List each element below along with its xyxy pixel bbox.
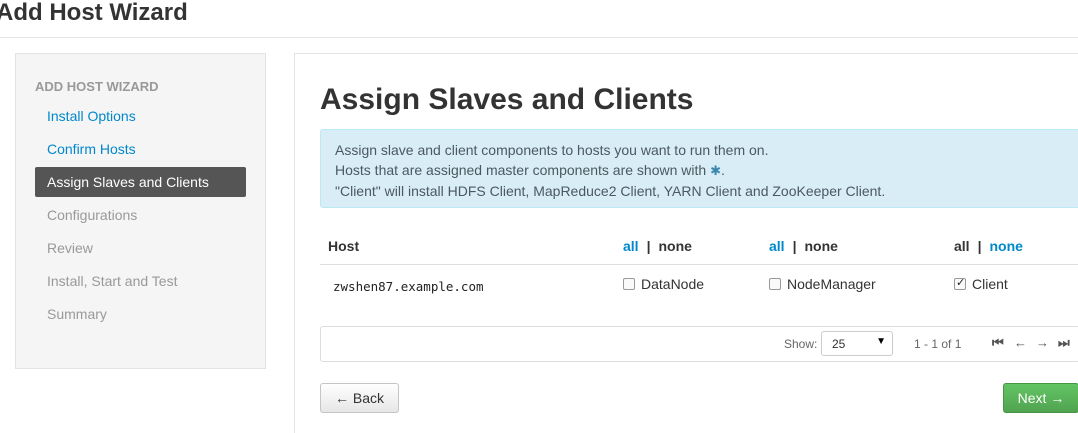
- pagination-bar: Show: 25 ▼ 1 - 1 of 1 ⏮ ← → ⏭: [320, 326, 1078, 362]
- nodemanager-checkbox-group[interactable]: NodeManager: [769, 276, 876, 292]
- last-page-icon[interactable]: ⏭: [1058, 335, 1070, 351]
- table-header: Host all | none all | none all | none: [320, 229, 1078, 265]
- first-page-icon[interactable]: ⏮: [992, 335, 1004, 351]
- step-title: Assign Slaves and Clients: [320, 83, 694, 116]
- nodemanager-column-header: all | none: [769, 238, 838, 254]
- client-checkbox-group[interactable]: Client: [954, 276, 1008, 292]
- sidebar-item-confirm-hosts[interactable]: Confirm Hosts: [35, 134, 246, 164]
- datanode-label: DataNode: [641, 276, 705, 292]
- show-label: Show:: [784, 337, 818, 351]
- client-label: Client: [972, 276, 1008, 292]
- sidebar-item-review: Review: [47, 240, 93, 256]
- sidebar-item-install-options[interactable]: Install Options: [35, 101, 246, 131]
- title-divider: [0, 37, 1078, 38]
- info-alert: Assign slave and client components to ho…: [320, 129, 1078, 208]
- main-panel: Assign Slaves and Clients Assign slave a…: [294, 53, 1078, 433]
- nodemanager-checkbox[interactable]: [769, 278, 781, 290]
- datanode-select-none-link[interactable]: none: [659, 238, 692, 254]
- info-line-2: Hosts that are assigned master component…: [335, 162, 725, 178]
- page-size-value: 25: [832, 337, 846, 351]
- wizard-sidebar: ADD HOST WIZARD Install Options Confirm …: [15, 53, 266, 369]
- next-button[interactable]: Next →: [1003, 383, 1078, 413]
- page-title: Add Host Wizard: [0, 0, 188, 26]
- table-row: zwshen87.example.com DataNode NodeManage…: [320, 265, 1078, 307]
- sidebar-item-install-start-test: Install, Start and Test: [47, 273, 178, 289]
- nodemanager-select-all-link[interactable]: all: [769, 238, 785, 254]
- sidebar-item-assign-slaves[interactable]: Assign Slaves and Clients: [35, 167, 246, 197]
- datanode-checkbox-group[interactable]: DataNode: [623, 276, 704, 292]
- client-checkbox[interactable]: [954, 276, 966, 290]
- datanode-column-header: all | none: [623, 238, 692, 254]
- info-line-3: "Client" will install HDFS Client, MapRe…: [335, 183, 886, 199]
- nodemanager-label: NodeManager: [787, 276, 876, 292]
- sidebar-item-summary: Summary: [47, 306, 107, 322]
- host-column-header: Host: [328, 238, 360, 254]
- sidebar-header: ADD HOST WIZARD: [35, 79, 159, 94]
- back-button[interactable]: ← Back: [320, 383, 399, 413]
- chevron-down-icon: ▼: [876, 336, 886, 347]
- datanode-checkbox[interactable]: [623, 278, 635, 290]
- nodemanager-select-none-link[interactable]: none: [805, 238, 838, 254]
- sidebar-item-configurations: Configurations: [47, 207, 138, 223]
- pagination-range: 1 - 1 of 1: [914, 337, 962, 351]
- client-select-all-link[interactable]: all: [954, 238, 970, 254]
- client-select-none-link[interactable]: none: [990, 238, 1023, 254]
- info-line-1: Assign slave and client components to ho…: [335, 142, 769, 158]
- host-name: zwshen87.example.com: [333, 279, 484, 294]
- client-column-header: all | none: [954, 238, 1023, 254]
- page-size-select[interactable]: 25 ▼: [821, 331, 893, 356]
- master-component-icon: ✱: [710, 163, 721, 178]
- datanode-select-all-link[interactable]: all: [623, 238, 639, 254]
- next-page-icon[interactable]: →: [1036, 335, 1049, 350]
- previous-page-icon[interactable]: ←: [1014, 335, 1027, 350]
